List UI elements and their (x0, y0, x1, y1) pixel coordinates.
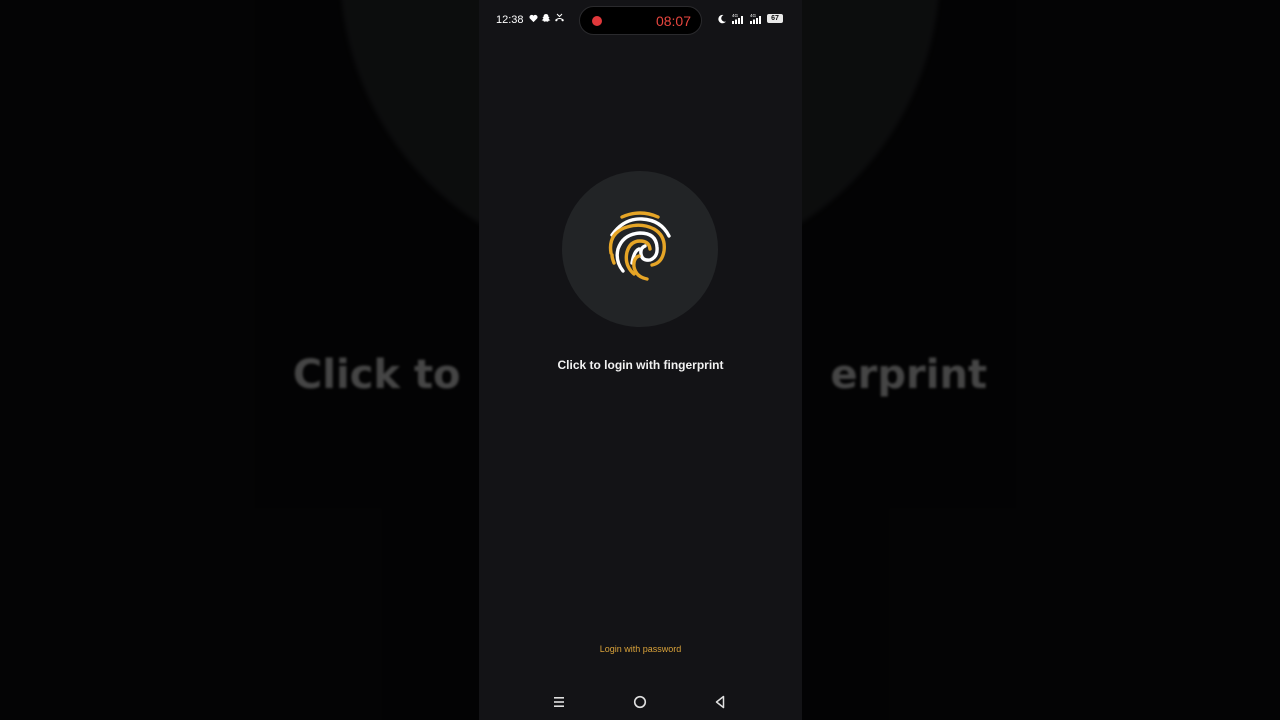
phone-screen: 12:38 08:07 4G 4G 67 Click to login with… (479, 0, 802, 720)
battery-icon: 67 (767, 14, 783, 23)
notification-icons (529, 13, 565, 23)
battery-level: 67 (771, 15, 779, 22)
missed-call-icon (554, 13, 565, 23)
video-frame: Click to erprint 12:38 08:07 4G 4G 67 Cl… (0, 0, 1280, 720)
menu-icon (554, 697, 564, 707)
status-time: 12:38 (496, 14, 524, 26)
back-icon (715, 695, 725, 709)
heart-icon (529, 14, 538, 23)
signal-4g-icon: 4G (731, 13, 745, 24)
status-right-icons: 4G 4G 67 (717, 13, 783, 24)
status-bar: 12:38 08:07 4G 4G 67 (479, 0, 802, 40)
navigation-bar (479, 688, 802, 716)
recorder-time: 08:07 (655, 13, 691, 29)
svg-text:4G: 4G (750, 13, 757, 18)
back-button[interactable] (710, 692, 730, 712)
moon-icon (717, 14, 727, 24)
recents-button[interactable] (549, 692, 569, 712)
fingerprint-login-caption[interactable]: Click to login with fingerprint (479, 358, 802, 372)
login-with-password-link[interactable]: Login with password (479, 644, 802, 654)
recording-indicator-icon (592, 16, 602, 26)
fingerprint-login-button[interactable] (562, 171, 718, 327)
snapchat-icon (541, 13, 551, 23)
svg-text:4G: 4G (732, 13, 739, 18)
signal-4g-icon: 4G (749, 13, 763, 24)
home-button[interactable] (630, 692, 650, 712)
home-icon (633, 695, 647, 709)
screen-recorder-pill[interactable]: 08:07 (579, 6, 702, 35)
fingerprint-icon (608, 211, 671, 281)
